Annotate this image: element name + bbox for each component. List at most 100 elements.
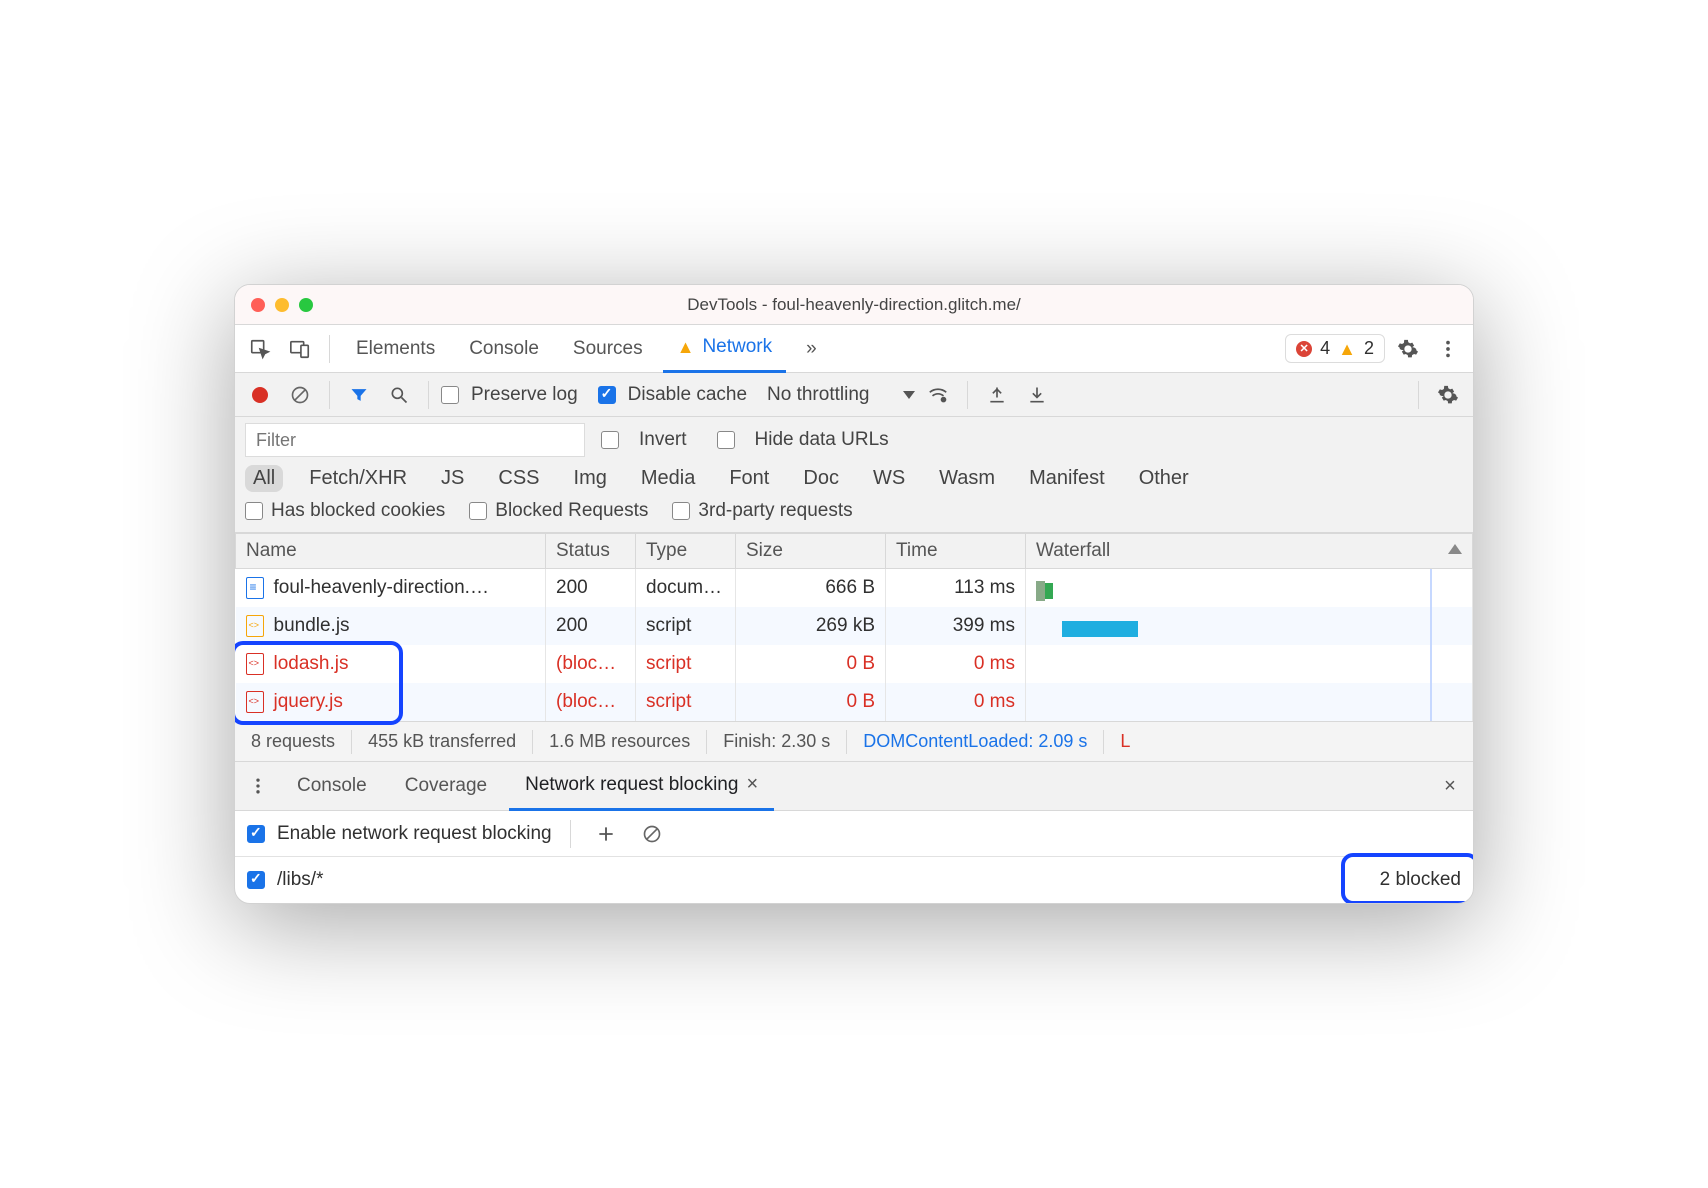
- remove-all-patterns-icon[interactable]: [635, 818, 669, 850]
- drawer-tab-network-request-blocking[interactable]: Network request blocking ×: [509, 761, 774, 811]
- drawer-tab-console[interactable]: Console: [281, 761, 383, 811]
- tabs-overflow-button[interactable]: »: [792, 325, 831, 373]
- sort-asc-icon: [1448, 544, 1462, 554]
- type-chip-all[interactable]: All: [245, 465, 283, 492]
- type-chip-fetchxhr[interactable]: Fetch/XHR: [301, 465, 415, 492]
- request-row[interactable]: foul-heavenly-direction.… 200 docum… 666…: [236, 569, 1473, 608]
- third-party-checkbox[interactable]: [672, 502, 690, 520]
- preserve-log-label: Preserve log: [471, 384, 578, 406]
- network-status-bar: 8 requests 455 kB transferred 1.6 MB res…: [235, 721, 1473, 761]
- type-chip-ws[interactable]: WS: [865, 465, 913, 492]
- tab-sources[interactable]: Sources: [559, 325, 657, 373]
- tab-label: Console: [297, 775, 367, 797]
- request-time: 399 ms: [886, 607, 1026, 645]
- drawer-tabbar: Console Coverage Network request blockin…: [235, 761, 1473, 811]
- request-size: 269 kB: [736, 607, 886, 645]
- drawer-kebab-icon[interactable]: [241, 770, 275, 802]
- status-dcl: DOMContentLoaded: 2.09 s: [847, 730, 1104, 754]
- drawer-tab-coverage[interactable]: Coverage: [389, 761, 503, 811]
- has-blocked-cookies-checkbox[interactable]: [245, 502, 263, 520]
- filter-pane: Invert Hide data URLs All Fetch/XHR JS C…: [235, 417, 1473, 533]
- disable-cache-label: Disable cache: [628, 384, 747, 406]
- type-chip-wasm[interactable]: Wasm: [931, 465, 1003, 492]
- filter-input[interactable]: [245, 423, 585, 457]
- window-title: DevTools - foul-heavenly-direction.glitc…: [235, 295, 1473, 315]
- filter-icon[interactable]: [342, 379, 376, 411]
- minimize-window-button[interactable]: [275, 298, 289, 312]
- tab-network[interactable]: ▲ Network: [663, 325, 787, 373]
- type-chip-css[interactable]: CSS: [490, 465, 547, 492]
- file-type-icon: [246, 691, 264, 713]
- enable-blocking-checkbox[interactable]: [247, 825, 265, 843]
- close-drawer-icon[interactable]: ×: [1433, 770, 1467, 802]
- third-party-label: 3rd-party requests: [698, 500, 852, 522]
- tab-elements[interactable]: Elements: [342, 325, 449, 373]
- blocking-pattern-row[interactable]: /libs/* 2 blocked: [235, 857, 1473, 903]
- disable-cache-checkbox[interactable]: [598, 386, 616, 404]
- throttling-select[interactable]: No throttling: [767, 384, 915, 406]
- col-type[interactable]: Type: [636, 534, 736, 569]
- col-name[interactable]: Name: [236, 534, 546, 569]
- request-type: docum…: [636, 569, 736, 608]
- request-row[interactable]: jquery.js (bloc… script 0 B 0 ms: [236, 683, 1473, 721]
- request-time: 0 ms: [886, 645, 1026, 683]
- tab-label: Console: [469, 338, 539, 360]
- tab-label: Sources: [573, 338, 643, 360]
- warning-icon: ▲: [677, 338, 695, 356]
- request-row[interactable]: lodash.js (bloc… script 0 B 0 ms: [236, 645, 1473, 683]
- waterfall-cell: [1026, 607, 1473, 645]
- add-pattern-icon[interactable]: [589, 818, 623, 850]
- clear-icon[interactable]: [283, 379, 317, 411]
- request-size: 0 B: [736, 645, 886, 683]
- warning-icon: ▲: [1338, 340, 1356, 358]
- request-status: (bloc…: [546, 645, 636, 683]
- import-har-icon[interactable]: [980, 379, 1014, 411]
- type-chip-media[interactable]: Media: [633, 465, 703, 492]
- export-har-icon[interactable]: [1020, 379, 1054, 411]
- close-tab-icon[interactable]: ×: [746, 773, 758, 796]
- close-window-button[interactable]: [251, 298, 265, 312]
- tab-label: Network request blocking: [525, 774, 738, 796]
- col-status[interactable]: Status: [546, 534, 636, 569]
- record-button[interactable]: [243, 379, 277, 411]
- network-settings-gear-icon[interactable]: [1431, 379, 1465, 411]
- issues-counter[interactable]: ✕ 4 ▲ 2: [1285, 334, 1385, 363]
- request-row[interactable]: bundle.js 200 script 269 kB 399 ms: [236, 607, 1473, 645]
- invert-label: Invert: [639, 429, 687, 451]
- preserve-log-checkbox[interactable]: [441, 386, 459, 404]
- hide-data-urls-checkbox[interactable]: [717, 431, 735, 449]
- device-toolbar-icon[interactable]: [283, 333, 317, 365]
- error-icon: ✕: [1296, 341, 1312, 357]
- maximize-window-button[interactable]: [299, 298, 313, 312]
- col-size[interactable]: Size: [736, 534, 886, 569]
- type-chip-img[interactable]: Img: [566, 465, 615, 492]
- network-conditions-icon[interactable]: [921, 379, 955, 411]
- search-icon[interactable]: [382, 379, 416, 411]
- pattern-enabled-checkbox[interactable]: [247, 871, 265, 889]
- type-chip-other[interactable]: Other: [1131, 465, 1197, 492]
- col-waterfall[interactable]: Waterfall: [1026, 534, 1473, 569]
- type-chip-manifest[interactable]: Manifest: [1021, 465, 1113, 492]
- waterfall-cell: [1026, 683, 1473, 721]
- col-time[interactable]: Time: [886, 534, 1026, 569]
- titlebar: DevTools - foul-heavenly-direction.glitc…: [235, 285, 1473, 325]
- request-size: 0 B: [736, 683, 886, 721]
- tab-console[interactable]: Console: [455, 325, 553, 373]
- blocked-requests-checkbox[interactable]: [469, 502, 487, 520]
- inspect-element-icon[interactable]: [243, 333, 277, 365]
- type-chip-font[interactable]: Font: [721, 465, 777, 492]
- waterfall-cell: [1026, 569, 1473, 608]
- invert-checkbox[interactable]: [601, 431, 619, 449]
- type-chip-js[interactable]: JS: [433, 465, 472, 492]
- pattern-blocked-count: 2 blocked: [1380, 869, 1461, 891]
- file-type-icon: [246, 615, 264, 637]
- blocked-requests-label: Blocked Requests: [495, 500, 648, 522]
- request-size: 666 B: [736, 569, 886, 608]
- settings-gear-icon[interactable]: [1391, 333, 1425, 365]
- kebab-menu-icon[interactable]: [1431, 333, 1465, 365]
- status-transferred: 455 kB transferred: [352, 730, 533, 754]
- chevron-down-icon: [903, 391, 915, 399]
- request-type: script: [636, 683, 736, 721]
- type-chip-doc[interactable]: Doc: [795, 465, 847, 492]
- status-finish: Finish: 2.30 s: [707, 730, 847, 754]
